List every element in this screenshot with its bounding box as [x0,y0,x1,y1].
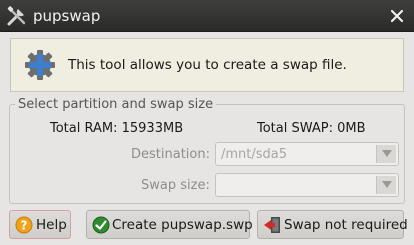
exit-icon [264,217,280,233]
window-title: pupswap [33,7,101,25]
help-label: Help [36,217,67,233]
total-ram-label: Total RAM: 15933MB [50,121,184,136]
close-icon[interactable] [388,7,406,25]
info-panel: This tool allows you to create a swap fi… [10,38,404,92]
swap-size-label: Swap size: [141,178,210,193]
swap-not-required-button[interactable]: Swap not required [257,210,408,239]
svg-text:?: ? [21,219,28,233]
plus-gear-icon [25,50,55,80]
destination-label: Destination: [131,147,210,162]
swap-size-select[interactable] [215,173,399,197]
swap-not-required-label: Swap not required [284,217,408,233]
chevron-down-icon[interactable] [376,145,396,163]
title-bar: pupswap [0,0,414,32]
create-swap-button[interactable]: Create pupswap.swp [86,210,253,239]
total-swap-label: Total SWAP: 0MB [257,121,366,136]
tools-icon [7,6,26,26]
create-swap-label: Create pupswap.swp [112,217,253,233]
help-icon: ? [15,216,33,234]
destination-value: /mnt/sda5 [221,147,288,162]
help-button[interactable]: ? Help [9,210,71,239]
destination-select[interactable]: /mnt/sda5 [215,142,399,166]
chevron-down-icon[interactable] [376,176,396,194]
group-title: Select partition and swap size [15,97,217,112]
info-text: This tool allows you to create a swap fi… [68,57,347,73]
check-icon [92,216,110,234]
